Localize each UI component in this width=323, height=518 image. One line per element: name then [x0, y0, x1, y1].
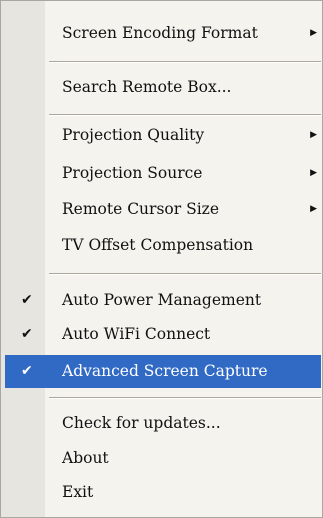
menu-item-label: Advanced Screen Capture [62, 362, 268, 380]
menu-item-remote-cursor-size[interactable]: Remote Cursor Size ▶ [5, 193, 321, 226]
menu-item-label: Auto Power Management [62, 291, 262, 309]
menu-item-screen-encoding-format[interactable]: Screen Encoding Format ▶ [5, 17, 321, 50]
menu-item-projection-source[interactable]: Projection Source ▶ [5, 157, 321, 190]
submenu-arrow-icon: ▶ [310, 168, 317, 178]
menu-item-exit[interactable]: Exit [5, 476, 321, 509]
menu-item-label: Auto WiFi Connect [62, 325, 211, 343]
checkmark-icon: ✔ [21, 326, 33, 342]
menu-item-label: Remote Cursor Size [62, 200, 219, 218]
checkmark-icon: ✔ [21, 292, 33, 308]
menu-item-label: Exit [62, 483, 94, 501]
menu-item-advanced-screen-capture[interactable]: ✔ Advanced Screen Capture [5, 355, 321, 388]
menu-separator [49, 61, 321, 63]
menu-item-search-remote-box[interactable]: Search Remote Box... [5, 71, 321, 104]
menu-separator [49, 273, 321, 275]
menu-item-auto-wifi-connect[interactable]: ✔ Auto WiFi Connect [5, 318, 321, 351]
menu-item-about[interactable]: About [5, 442, 321, 475]
menu-item-tv-offset-compensation[interactable]: TV Offset Compensation [5, 229, 321, 262]
menu-item-label: Projection Source [62, 164, 203, 182]
menu-separator [49, 114, 321, 116]
submenu-arrow-icon: ▶ [310, 204, 317, 214]
context-menu: Screen Encoding Format ▶ Search Remote B… [0, 0, 323, 518]
menu-item-label: Projection Quality [62, 126, 205, 144]
menu-item-label: TV Offset Compensation [62, 236, 254, 254]
menu-item-label: Screen Encoding Format [62, 24, 258, 42]
menu-item-label: Search Remote Box... [62, 78, 232, 96]
menu-item-label: Check for updates... [62, 414, 221, 432]
menu-item-projection-quality[interactable]: Projection Quality ▶ [5, 119, 321, 152]
checkmark-icon: ✔ [21, 363, 33, 379]
submenu-arrow-icon: ▶ [310, 130, 317, 140]
submenu-arrow-icon: ▶ [310, 28, 317, 38]
menu-separator [49, 397, 321, 399]
menu-item-auto-power-management[interactable]: ✔ Auto Power Management [5, 284, 321, 317]
menu-item-label: About [62, 449, 109, 467]
menu-item-check-for-updates[interactable]: Check for updates... [5, 407, 321, 440]
